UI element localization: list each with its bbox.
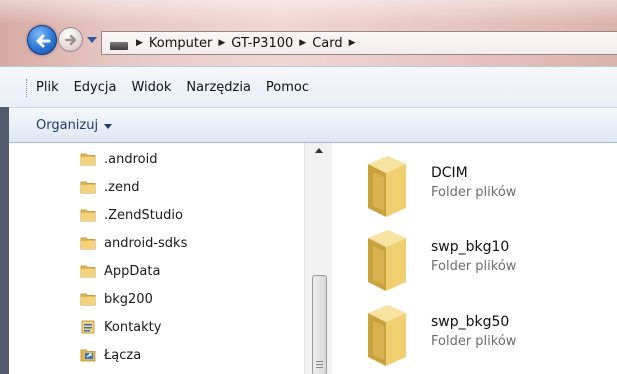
breadcrumb-separator-icon[interactable]: ▶ [349,38,356,48]
title-bar: ▶ Komputer ▶ GT-P3100 ▶ Card ▶ [0,0,617,66]
drive-icon [110,41,128,50]
breadcrumb-card[interactable]: Card [312,36,342,51]
menu-grip [26,79,28,97]
folder-icon [368,305,406,366]
scroll-thumb-grip [316,361,323,368]
arrow-left-icon [36,34,51,48]
arrow-right-icon [64,34,77,46]
tree-item-label: bkg200 [104,291,153,307]
tree-item-label: Kontakty [104,319,162,335]
breadcrumb-gt-p3100[interactable]: GT-P3100 [231,36,293,51]
breadcrumb-separator-icon[interactable]: ▶ [218,38,225,48]
links-icon [80,347,96,363]
tree-item-appdata[interactable]: AppData [80,260,160,282]
tree-item-android-sdks[interactable]: android-sdks [80,232,187,254]
content-pane: DCIM Folder plików swp_bkg10 Folder plik… [332,143,617,374]
tree-item-bkg200[interactable]: bkg200 [80,288,153,310]
item-name: swp_bkg10 [431,239,510,255]
menu-edycja[interactable]: Edycja [74,80,117,95]
tree-item-lacza[interactable]: Łącza [80,344,141,366]
folder-icon [80,291,96,307]
folder-item-swp-bkg10[interactable]: swp_bkg10 Folder plików [362,228,602,294]
address-bar[interactable]: ▶ Komputer ▶ GT-P3100 ▶ Card ▶ [101,31,617,55]
forward-button[interactable] [58,27,83,52]
menu-pomoc[interactable]: Pomoc [266,80,309,95]
menu-narzedzia[interactable]: Narzędzia [186,80,251,95]
breadcrumb-komputer[interactable]: Komputer [149,36,212,51]
organize-label: Organizuj [36,117,99,133]
breadcrumb-separator-icon[interactable]: ▶ [299,38,306,48]
tree-item-zend[interactable]: .zend [80,176,139,198]
folder-icon [80,179,96,195]
folder-icon [80,263,96,279]
folder-icon [80,151,96,167]
explorer-window: ▶ Komputer ▶ GT-P3100 ▶ Card ▶ Plik Edyc… [0,0,617,374]
item-type: Folder plików [431,185,517,200]
menu-widok[interactable]: Widok [131,80,171,95]
item-name: DCIM [431,165,468,181]
item-name: swp_bkg50 [431,314,510,330]
menu-plik[interactable]: Plik [36,80,59,95]
tree-item-label: Łącza [104,347,142,363]
folder-icon [80,235,96,251]
window-frame-left [0,107,9,374]
breadcrumb-separator-icon[interactable]: ▶ [136,38,143,48]
folder-item-swp-bkg50[interactable]: swp_bkg50 Folder plików [362,303,602,369]
tree-item-label: android-sdks [104,235,188,251]
folder-item-dcim[interactable]: DCIM Folder plików [362,154,602,220]
history-dropdown-icon[interactable] [87,37,97,43]
tree-item-label: .android [104,151,158,167]
nav-pane-scrollbar[interactable] [304,143,332,374]
back-button[interactable] [27,25,57,55]
folder-icon [80,207,96,223]
tree-item-kontakty[interactable]: Kontakty [80,316,161,338]
tree-item-zendstudio[interactable]: .ZendStudio [80,204,183,226]
folder-icon [368,230,406,291]
tree-item-label: .ZendStudio [104,207,183,223]
organize-button[interactable]: Organizuj [36,117,113,133]
scroll-thumb[interactable] [312,275,327,374]
caret-down-icon [104,123,113,129]
folder-icon [368,156,406,217]
item-type: Folder plików [431,259,517,274]
contacts-icon [80,319,96,335]
navigation-pane: .android .zend .ZendStudio android-sdks … [9,143,332,374]
command-bar: Organizuj [0,107,617,143]
tree-item-label: .zend [104,179,140,195]
tree-item-android[interactable]: .android [80,148,157,170]
item-type: Folder plików [431,334,517,349]
tree-item-label: AppData [104,263,161,279]
scroll-up-arrow-icon[interactable] [315,148,323,153]
menu-bar: Plik Edycja Widok Narzędzia Pomoc [0,66,617,107]
